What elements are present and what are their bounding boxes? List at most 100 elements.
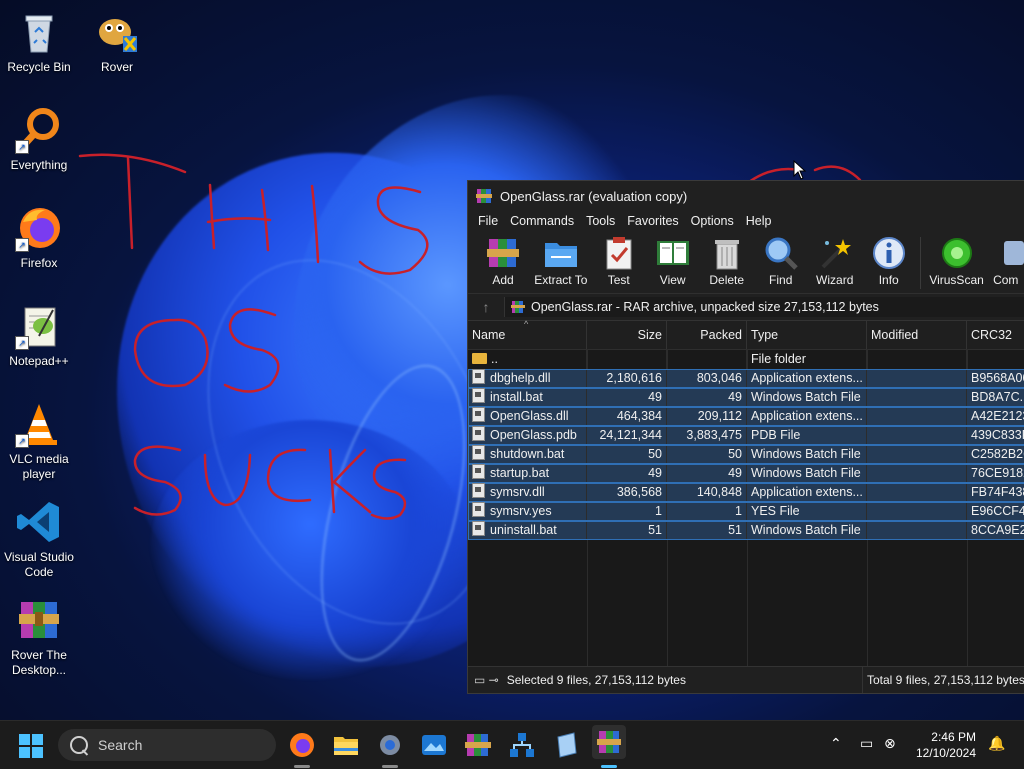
file-type: Application extens... xyxy=(747,407,867,426)
menu-file[interactable]: File xyxy=(472,214,504,228)
delete-button[interactable]: Delete xyxy=(700,231,754,287)
info-button[interactable]: Info xyxy=(862,231,916,287)
recycle-bin-icon xyxy=(15,8,63,56)
shortcut-arrow-icon: ↗ xyxy=(15,140,29,154)
file-icon xyxy=(472,426,485,441)
file-type: Windows Batch File xyxy=(747,445,867,464)
view-label: View xyxy=(659,273,686,287)
archive-path-field[interactable]: OpenGlass.rar - RAR archive, unpacked si… xyxy=(504,297,1024,317)
file-size: 464,384 xyxy=(587,407,667,426)
network-monitor-icon[interactable]: ▭ xyxy=(860,735,873,752)
table-row[interactable]: symsrv.yes 1 1 YES File E96CCF45 xyxy=(468,502,1024,521)
drive-key-icon: ▭ ⊸ xyxy=(474,673,499,687)
desktop-icon-label: Visual Studio Code xyxy=(4,550,74,579)
desktop-icon-rover-desktop[interactable]: Rover The Desktop... xyxy=(2,596,76,678)
desktop-icon-notepadpp[interactable]: ↗ Notepad++ xyxy=(2,302,76,369)
file-crc: 439C833F xyxy=(967,426,1024,445)
archive-path-text: OpenGlass.rar - RAR archive, unpacked si… xyxy=(531,300,879,314)
chevron-up-icon[interactable]: ⌃ xyxy=(830,735,842,752)
winrar-window[interactable]: OpenGlass.rar (evaluation copy) File Com… xyxy=(467,180,1024,694)
taskbar-winrar-icon[interactable] xyxy=(464,731,492,759)
file-icon xyxy=(472,407,485,422)
table-row[interactable]: startup.bat 49 49 Windows Batch File 76C… xyxy=(468,464,1024,483)
file-crc: BD8A7C... xyxy=(967,388,1024,407)
test-label: Test xyxy=(607,273,630,287)
view-button[interactable]: View xyxy=(646,231,700,287)
wizard-button[interactable]: Wizard xyxy=(808,231,862,287)
taskbar-firefox-icon[interactable] xyxy=(288,731,316,759)
taskbar-settings-gear-icon[interactable] xyxy=(376,731,404,759)
status-total: Total 9 files, 27,153,112 bytes xyxy=(862,667,1024,693)
file-icon xyxy=(472,445,485,460)
menu-help[interactable]: Help xyxy=(740,214,778,228)
table-row[interactable]: uninstall.bat 51 51 Windows Batch File 8… xyxy=(468,521,1024,540)
extract-to-label: Extract To xyxy=(534,273,588,287)
desktop-icon-label: Everything xyxy=(10,158,68,172)
magic-wand-icon xyxy=(817,235,853,271)
comment-button[interactable]: Com xyxy=(986,231,1024,287)
firefox-icon: ↗ xyxy=(15,204,63,252)
file-packed: 51 xyxy=(667,521,747,540)
parent-folder-row[interactable]: .. File folder xyxy=(468,350,1024,369)
wizard-label: Wizard xyxy=(816,273,854,287)
desktop-icon-vlc[interactable]: ↗ VLC media player xyxy=(2,400,76,482)
file-icon xyxy=(472,502,485,517)
desktop-icon-label: Recycle Bin xyxy=(7,60,71,74)
up-arrow-icon[interactable]: ↑ xyxy=(468,299,504,315)
file-type: YES File xyxy=(747,502,867,521)
taskbar-network-app-icon[interactable] xyxy=(508,731,536,759)
start-windows-icon[interactable] xyxy=(18,733,44,759)
virusscan-button[interactable]: VirusScan xyxy=(927,231,987,287)
menu-options[interactable]: Options xyxy=(685,214,740,228)
taskbar-clock[interactable]: 2:46 PM 12/10/2024 xyxy=(912,729,976,761)
taskbar-notepad-icon[interactable] xyxy=(552,731,580,759)
desktop-icon-vscode[interactable]: Visual Studio Code xyxy=(2,498,76,580)
shortcut-arrow-icon: ↗ xyxy=(15,434,29,448)
desktop-icon-rover[interactable]: Rover xyxy=(80,8,154,75)
desktop-icon-label: Firefox xyxy=(20,256,58,270)
column-size[interactable]: Size xyxy=(587,321,667,349)
file-packed: 1 xyxy=(667,502,747,521)
add-button[interactable]: Add xyxy=(476,231,530,287)
menu-tools[interactable]: Tools xyxy=(580,214,621,228)
info-icon xyxy=(871,235,907,271)
file-size: 49 xyxy=(587,388,667,407)
add-label: Add xyxy=(492,273,514,287)
parent-folder-name: .. xyxy=(491,352,498,366)
taskbar-winrar-active-icon[interactable] xyxy=(592,725,626,759)
menu-favorites[interactable]: Favorites xyxy=(621,214,684,228)
desktop-icon-recycle-bin[interactable]: Recycle Bin xyxy=(2,8,76,75)
test-button[interactable]: Test xyxy=(592,231,646,287)
file-name: shutdown.bat xyxy=(490,447,565,461)
taskbar-photos-icon[interactable] xyxy=(420,731,448,759)
extract-to-button[interactable]: Extract To xyxy=(530,231,592,287)
file-icon xyxy=(472,388,485,403)
magnifier-icon: ↗ xyxy=(15,106,63,154)
title-bar[interactable]: OpenGlass.rar (evaluation copy) xyxy=(468,181,1024,211)
table-row[interactable]: OpenGlass.pdb 24,121,344 3,883,475 PDB F… xyxy=(468,426,1024,445)
desktop-icon-label: Notepad++ xyxy=(9,354,69,368)
table-row[interactable]: symsrv.dll 386,568 140,848 Application e… xyxy=(468,483,1024,502)
notification-bell-icon[interactable]: 🔔 xyxy=(988,735,1005,752)
clipboard-test-icon xyxy=(601,235,637,271)
taskbar-search-box[interactable]: Search xyxy=(58,729,276,761)
sort-ascending-icon: ^ xyxy=(524,319,529,329)
desktop-icon-firefox[interactable]: ↗ Firefox xyxy=(2,204,76,271)
column-crc32[interactable]: CRC32 xyxy=(967,321,1024,349)
find-button[interactable]: Find xyxy=(754,231,808,287)
table-row[interactable]: shutdown.bat 50 50 Windows Batch File C2… xyxy=(468,445,1024,464)
table-row[interactable]: dbghelp.dll 2,180,616 803,046 Applicatio… xyxy=(468,369,1024,388)
file-list[interactable]: ^ Name Size Packed Type Modified CRC32 .… xyxy=(468,319,1024,667)
table-row[interactable]: OpenGlass.dll 464,384 209,112 Applicatio… xyxy=(468,407,1024,426)
table-row[interactable]: install.bat 49 49 Windows Batch File BD8… xyxy=(468,388,1024,407)
archive-icon xyxy=(511,301,525,313)
menu-commands[interactable]: Commands xyxy=(504,214,580,228)
file-packed: 3,883,475 xyxy=(667,426,747,445)
column-type[interactable]: Type xyxy=(747,321,867,349)
column-modified[interactable]: Modified xyxy=(867,321,967,349)
desktop-icon-everything[interactable]: ↗ Everything xyxy=(2,106,76,173)
file-icon xyxy=(472,521,485,536)
taskbar-file-explorer-icon[interactable] xyxy=(332,731,360,759)
volume-muted-icon[interactable]: ⊗ xyxy=(884,735,896,752)
column-packed[interactable]: Packed xyxy=(667,321,747,349)
